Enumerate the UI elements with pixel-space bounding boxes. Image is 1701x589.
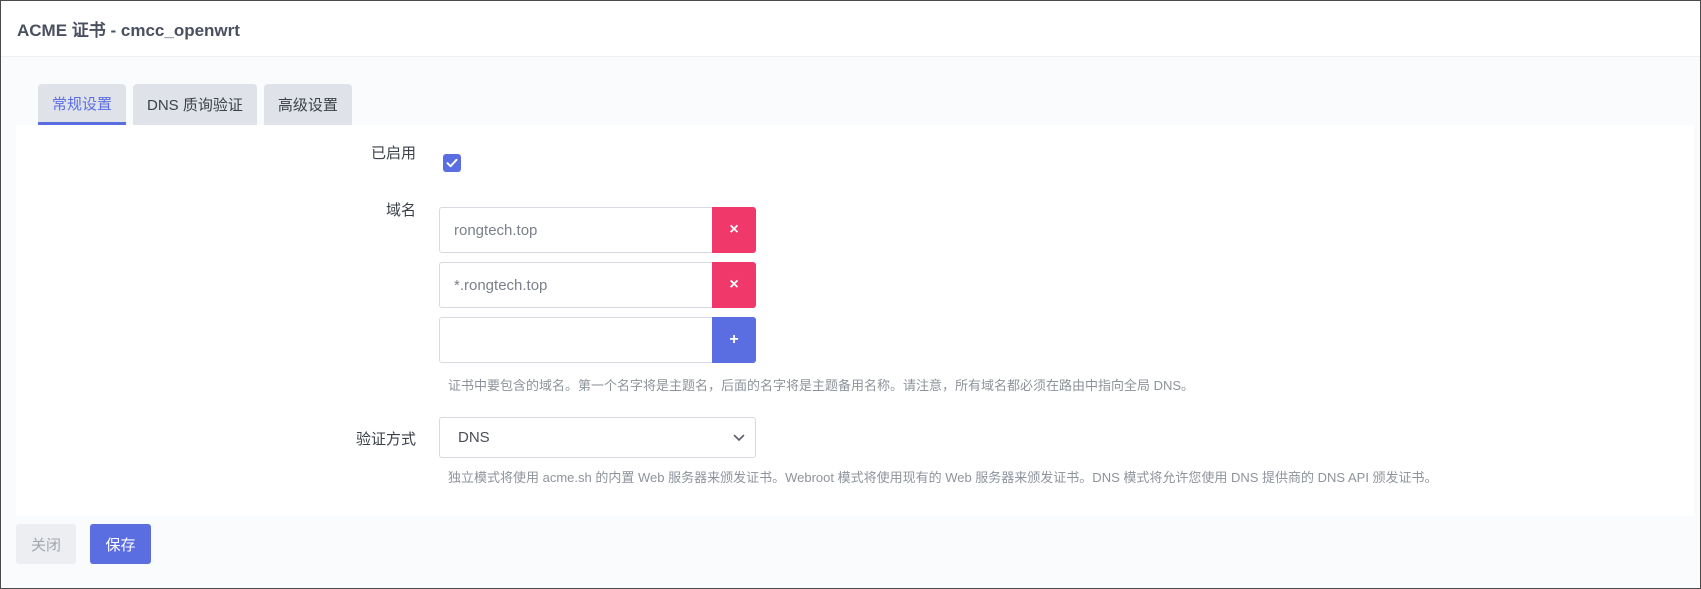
remove-domain-button[interactable]: × xyxy=(712,262,756,308)
save-button[interactable]: 保存 xyxy=(90,524,151,564)
domains-hint: 证书中要包含的域名。第一个名字将是主题名，后面的名字将是主题备用名称。请注意，所… xyxy=(448,378,1195,393)
domain-input[interactable]: rongtech.top xyxy=(439,207,712,253)
close-button[interactable]: 关闭 xyxy=(16,524,76,564)
close-icon: × xyxy=(729,221,739,238)
remove-domain-button[interactable]: × xyxy=(712,207,756,253)
new-domain-input[interactable] xyxy=(439,317,712,363)
domain-row xyxy=(439,317,712,363)
checkmark-icon xyxy=(446,158,458,168)
validation-method-select[interactable]: DNS xyxy=(439,417,756,458)
domain-row: *.rongtech.top xyxy=(439,262,712,308)
modal-title: ACME 证书 - cmcc_openwrt xyxy=(17,21,240,40)
validation-method-hint: 独立模式将使用 acme.sh 的内置 Web 服务器来颁发证书。Webroot… xyxy=(448,470,1438,485)
tab-bar: 常规设置 DNS 质询验证 高级设置 xyxy=(38,84,352,125)
tab-advanced-settings[interactable]: 高级设置 xyxy=(263,84,352,125)
domain-row: rongtech.top xyxy=(439,207,712,253)
validation-method-label: 验证方式 xyxy=(355,431,416,448)
enabled-checkbox[interactable] xyxy=(443,154,461,172)
settings-panel: 已启用 域名 rongtech.top × *.rongtech.top × +… xyxy=(16,125,1694,516)
enabled-label: 已启用 xyxy=(370,145,416,162)
modal-header: ACME 证书 - cmcc_openwrt xyxy=(1,1,1700,57)
domains-label: 域名 xyxy=(385,202,416,219)
chevron-down-icon xyxy=(733,434,745,441)
domain-input[interactable]: *.rongtech.top xyxy=(439,262,712,308)
add-domain-button[interactable]: + xyxy=(712,317,756,363)
validation-method-value: DNS xyxy=(458,429,490,446)
plus-icon: + xyxy=(729,331,739,348)
modal-dialog: ACME 证书 - cmcc_openwrt 常规设置 DNS 质询验证 高级设… xyxy=(0,0,1701,589)
tab-general-settings[interactable]: 常规设置 xyxy=(38,84,127,125)
close-icon: × xyxy=(729,276,739,293)
tab-dns-challenge[interactable]: DNS 质询验证 xyxy=(133,84,257,125)
